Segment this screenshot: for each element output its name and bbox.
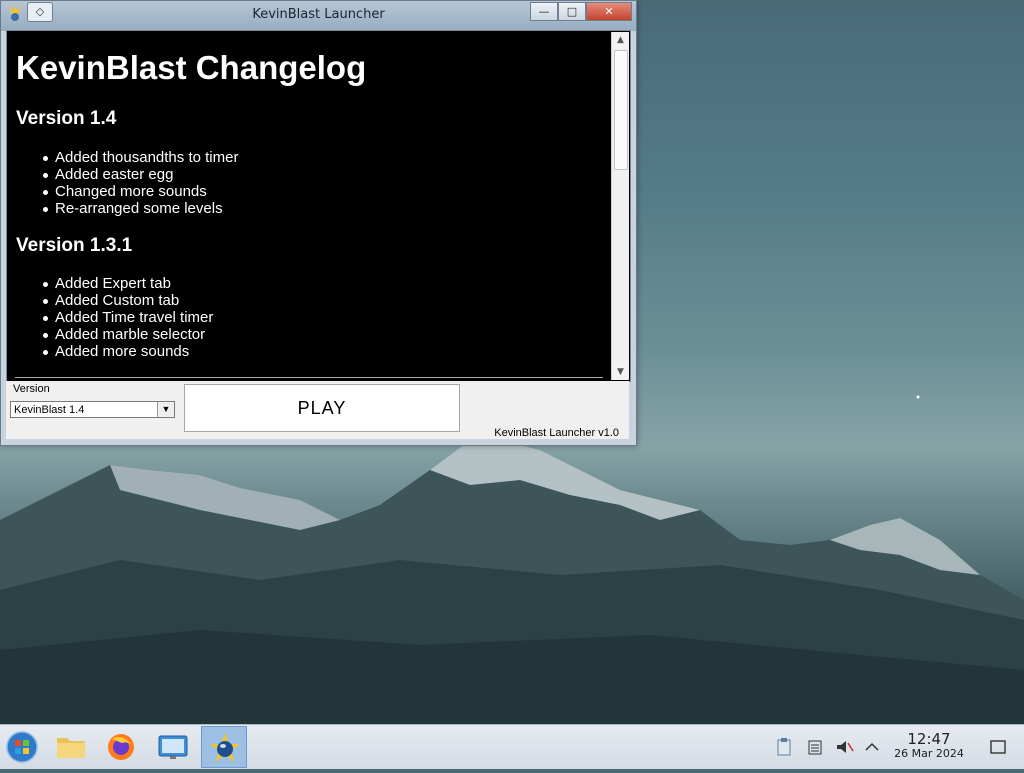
scroll-down-arrow-icon[interactable]: ▼ — [612, 364, 629, 380]
file-manager-icon — [57, 738, 85, 758]
start-menu-button[interactable] — [0, 726, 46, 768]
change-list: Added Expert tab Added Custom tab Added … — [42, 275, 214, 360]
changelog-title: KevinBlast Changelog — [16, 49, 367, 86]
play-button[interactable]: PLAY — [184, 384, 460, 432]
selected-version: KevinBlast 1.4 — [14, 404, 85, 416]
maximize-button[interactable]: □ — [558, 2, 586, 21]
show-hidden-icons-chevron-icon[interactable] — [862, 737, 882, 757]
change-item: Added more sounds — [42, 343, 213, 360]
chevron-down-icon[interactable]: ▼ — [157, 402, 174, 417]
launcher-window: ◇ KevinBlast Launcher — □ ✕ KevinBlast C… — [0, 0, 637, 446]
version-label: Version — [13, 383, 50, 395]
notes-icon[interactable] — [805, 737, 825, 757]
title-bar[interactable]: ◇ KevinBlast Launcher — □ ✕ — [1, 1, 636, 31]
change-item: Added Time travel timer — [42, 309, 214, 326]
change-item: Added thousandths to timer — [42, 149, 239, 166]
taskbar-firefox[interactable] — [98, 726, 144, 768]
taskbar-kevinblast[interactable] — [201, 726, 247, 768]
taskbar — [0, 724, 1024, 769]
clipboard-icon[interactable] — [774, 737, 794, 757]
taskbar-file-manager[interactable] — [48, 726, 94, 768]
launcher-controls: Version KevinBlast 1.4 ▼ PLAY KevinBlast… — [6, 381, 629, 439]
scroll-up-arrow-icon[interactable]: ▲ — [612, 32, 629, 48]
changelog-frame: KevinBlast Changelog Version 1.4 Added t… — [6, 30, 631, 382]
volume-muted-icon[interactable] — [834, 737, 854, 757]
change-item: Re-arranged some levels — [42, 200, 238, 217]
change-item: Added Expert tab — [42, 275, 213, 292]
vertical-scrollbar[interactable]: ▲ ▼ — [611, 32, 629, 380]
launcher-version-text: KevinBlast Launcher v1.0 — [494, 427, 619, 439]
window-controls: — □ ✕ — [530, 2, 632, 21]
close-button[interactable]: ✕ — [586, 2, 632, 21]
scrollbar-thumb[interactable] — [614, 50, 628, 170]
divider — [15, 377, 603, 378]
clock-date[interactable]: 26 Mar 2024 — [888, 747, 970, 760]
minimize-button[interactable]: — — [530, 2, 558, 21]
changelog-content[interactable]: KevinBlast Changelog Version 1.4 Added t… — [7, 31, 610, 381]
control-panel-icon — [158, 735, 188, 759]
change-item: Added Custom tab — [42, 292, 213, 309]
change-item: Changed more sounds — [42, 183, 238, 200]
firefox-icon — [108, 734, 134, 760]
change-item: Added marble selector — [42, 326, 213, 343]
change-list: Added thousandths to timer Added easter … — [42, 149, 239, 217]
show-desktop-icon[interactable] — [988, 737, 1008, 757]
clock-time[interactable]: 12:47 — [890, 730, 968, 748]
taskbar-control-panel[interactable] — [150, 726, 196, 768]
change-item: Added easter egg — [42, 166, 238, 183]
version-heading: Version 1.3.1 — [16, 235, 133, 256]
kevinblast-icon — [210, 733, 240, 762]
version-heading: Version 1.4 — [16, 108, 117, 129]
version-select[interactable]: KevinBlast 1.4 ▼ — [10, 401, 175, 418]
start-menu-icon — [6, 731, 38, 763]
